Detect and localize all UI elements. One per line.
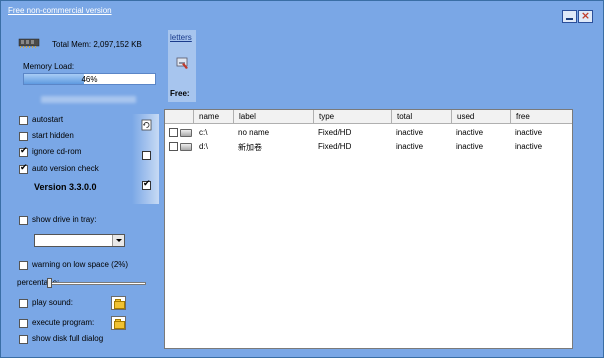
memory-chip-icon <box>18 38 40 48</box>
drive-row-checkbox[interactable] <box>169 142 178 151</box>
close-icon: × <box>580 9 591 22</box>
drives-table: name label type total used free c:\ no n… <box>164 109 573 349</box>
percentage-slider-thumb[interactable] <box>47 278 52 288</box>
start-hidden-checkbox[interactable] <box>19 132 28 141</box>
column-header-check <box>165 110 194 124</box>
drive-type: Fixed/HD <box>318 128 352 137</box>
memory-load-label: Memory Load: <box>23 62 75 71</box>
drive-free: inactive <box>515 142 543 151</box>
percentage-slider-track[interactable] <box>49 282 146 285</box>
column-header-free[interactable]: free <box>511 110 572 124</box>
warning-low-space-label: warning on low space (2%) <box>32 260 129 269</box>
play-sound-label: play sound: <box>32 298 73 307</box>
start-hidden-label: start hidden <box>32 131 74 140</box>
execute-program-checkbox[interactable] <box>19 319 28 328</box>
minimize-button[interactable] <box>562 10 577 23</box>
column-header-type[interactable]: type <box>314 110 392 124</box>
ignore-cdrom-label: ignore cd-rom <box>32 147 82 156</box>
free-label: Free: <box>170 89 190 98</box>
drive-free: inactive <box>515 128 543 137</box>
show-drive-in-tray-label: show drive in tray: <box>32 215 97 224</box>
auto-version-check-checkbox[interactable] <box>19 163 28 174</box>
side-checkbox-2[interactable]: ✔ <box>142 179 151 190</box>
drive-label: no name <box>238 128 270 137</box>
memory-load-percent: 46% <box>81 75 98 84</box>
drive-settings-icon[interactable] <box>176 57 189 70</box>
free-version-link[interactable]: Free non-commercial version <box>8 6 112 15</box>
side-checkbox-1[interactable] <box>142 151 151 160</box>
tray-drive-select[interactable] <box>34 234 125 247</box>
browse-program-button[interactable] <box>111 316 126 330</box>
drive-total: inactive <box>396 142 424 151</box>
drive-total: inactive <box>396 128 424 137</box>
column-header-label[interactable]: label <box>234 110 314 124</box>
auto-version-check-label: auto version check <box>32 164 99 173</box>
refresh-icon[interactable] <box>141 119 152 131</box>
column-header-total[interactable]: total <box>392 110 452 124</box>
drive-used: inactive <box>456 128 484 137</box>
warning-low-space-checkbox[interactable] <box>19 261 28 270</box>
drive-row-checkbox[interactable] <box>169 128 178 137</box>
version-text: Version 3.3.0.0 <box>34 182 97 192</box>
show-disk-full-dialog-checkbox[interactable] <box>19 335 28 344</box>
hard-drive-icon <box>180 143 192 151</box>
column-header-used[interactable]: used <box>452 110 511 124</box>
drive-name[interactable]: d:\ <box>199 142 208 151</box>
total-memory-text: Total Mem: 2,097,152 KB <box>52 40 142 49</box>
drive-used: inactive <box>456 142 484 151</box>
browse-sound-button[interactable] <box>111 296 126 310</box>
autostart-label: autostart <box>32 115 64 124</box>
hard-drive-icon <box>180 129 192 137</box>
checkmark-icon: ✔ <box>143 179 151 189</box>
app-window: Free non-commercial version × Total Mem:… <box>0 0 604 358</box>
show-drive-in-tray-checkbox[interactable] <box>19 216 28 225</box>
autostart-checkbox[interactable] <box>19 116 28 125</box>
drive-type: Fixed/HD <box>318 142 352 151</box>
blurred-text <box>41 96 136 103</box>
ignore-cdrom-checkbox[interactable] <box>19 146 28 157</box>
close-button[interactable]: × <box>578 9 593 23</box>
drive-name[interactable]: c:\ <box>199 128 207 137</box>
chevron-down-icon[interactable] <box>112 235 124 246</box>
execute-program-label: execute program: <box>32 318 95 327</box>
drive-label: 新加卷 <box>238 143 262 152</box>
show-disk-full-dialog-label: show disk full dialog <box>32 334 104 343</box>
play-sound-checkbox[interactable] <box>19 299 28 308</box>
memory-load-bar: 46% <box>23 73 156 85</box>
letters-link[interactable]: letters <box>170 33 192 42</box>
column-header-name[interactable]: name <box>194 110 234 124</box>
